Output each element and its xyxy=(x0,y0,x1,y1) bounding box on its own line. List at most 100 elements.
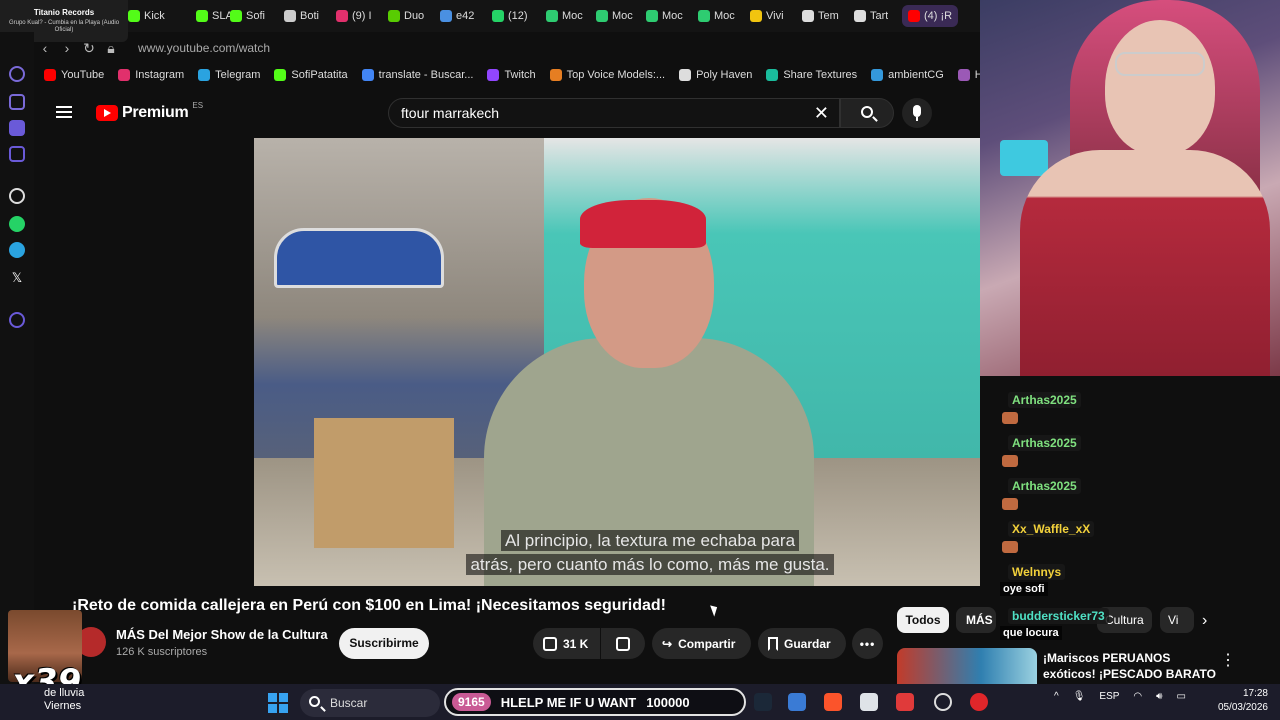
bookmark-item[interactable]: translate - Buscar... xyxy=(361,69,474,81)
tab[interactable]: Kick xyxy=(128,5,165,27)
tab[interactable]: Moc xyxy=(698,5,735,27)
thumbs-up-icon xyxy=(543,636,557,651)
clock[interactable]: 17:28 05/03/2026 xyxy=(1212,687,1268,715)
volume-icon[interactable]: 🔊︎ xyxy=(1156,691,1162,702)
tab[interactable]: (4) ¡R xyxy=(902,5,959,27)
obs-icon[interactable] xyxy=(970,693,988,711)
bookmark-item[interactable]: Instagram xyxy=(118,69,184,81)
share-button[interactable]: ↪ Compartir xyxy=(652,628,751,659)
tab[interactable]: Moc xyxy=(596,5,633,27)
chip-all[interactable]: Todos xyxy=(897,607,949,633)
chat-message: que locura xyxy=(1000,626,1062,640)
notepad-icon[interactable] xyxy=(788,693,806,711)
mail-icon[interactable] xyxy=(9,146,25,162)
tab[interactable]: (9) I xyxy=(336,5,372,27)
mic-button[interactable] xyxy=(902,98,932,128)
clear-icon[interactable]: ✕ xyxy=(814,103,829,124)
more-options-icon[interactable]: ⋮ xyxy=(1220,650,1236,670)
mic-icon[interactable]: 🎙︎ xyxy=(1073,691,1086,702)
taskbar-search[interactable]: Buscar xyxy=(300,689,440,717)
chat-emote-icon xyxy=(1002,412,1018,424)
more-actions-button[interactable]: ••• xyxy=(852,628,883,659)
bookmark-item[interactable]: SofiPatatita xyxy=(274,69,348,81)
chatgpt-icon[interactable] xyxy=(934,693,952,711)
tab[interactable]: (12) xyxy=(492,5,528,27)
url-field[interactable]: www.youtube.com/watch xyxy=(138,41,270,55)
tab-favicon-icon xyxy=(440,10,452,22)
clock-icon[interactable] xyxy=(9,312,25,328)
wifi-icon[interactable]: ◠ xyxy=(1133,691,1142,702)
bookmark-item[interactable]: Share Textures xyxy=(766,69,857,81)
youtube-logo[interactable]: Premium ES xyxy=(96,100,204,122)
language-indicator[interactable]: ESP xyxy=(1099,691,1119,702)
notes-icon[interactable] xyxy=(9,120,25,136)
site-info-icon[interactable]: 🔒︎ xyxy=(100,40,122,57)
whatsapp-icon[interactable] xyxy=(9,216,25,232)
tab[interactable]: Vivi xyxy=(750,5,784,27)
save-button[interactable]: Guardar xyxy=(758,628,846,659)
tab[interactable]: Boti xyxy=(284,5,319,27)
tab-favicon-icon xyxy=(854,10,866,22)
channel-name[interactable]: MÁS Del Mejor Show de la Cultura xyxy=(116,627,328,642)
back-icon[interactable]: ‹ xyxy=(34,40,56,56)
search-input[interactable]: ftour marrakech ✕ xyxy=(388,98,840,128)
dislike-button[interactable] xyxy=(601,628,645,659)
tab-label: Moc xyxy=(714,10,735,22)
bookmark-label: Telegram xyxy=(215,69,261,81)
steam-icon[interactable] xyxy=(754,693,772,711)
bookmark-label: translate - Buscar... xyxy=(378,69,474,81)
menu-icon[interactable] xyxy=(56,106,72,118)
goal-text: HLELP ME IF U WANT xyxy=(500,694,637,710)
tab[interactable]: Tart xyxy=(854,5,888,27)
goal-current: 9165 xyxy=(452,693,491,711)
tab-favicon-icon xyxy=(492,10,504,22)
tab-label: Duo xyxy=(404,10,425,22)
tab-label: Sofi xyxy=(246,10,265,22)
bag-icon[interactable] xyxy=(9,94,25,110)
recommendation-thumbnail[interactable] xyxy=(897,648,1037,684)
bookmark-label: Instagram xyxy=(135,69,185,81)
reload-icon[interactable]: ↻ xyxy=(78,40,100,57)
x-icon[interactable]: 𝕏 xyxy=(9,270,25,286)
video-player[interactable] xyxy=(254,138,980,586)
weather-widget[interactable]: de lluvia Viernes xyxy=(44,687,84,713)
subscribe-button[interactable]: Suscribirme xyxy=(339,628,429,659)
telegram-icon[interactable] xyxy=(9,242,25,258)
save-label: Guardar xyxy=(784,636,831,651)
bookmark-item[interactable]: Telegram xyxy=(198,69,260,81)
tab[interactable]: Sofi xyxy=(230,5,265,27)
bookmark-item[interactable]: ambientCG xyxy=(871,69,944,81)
chat-emote-icon xyxy=(1002,498,1018,510)
bookmark-item[interactable]: YouTube xyxy=(44,69,104,81)
tab-label: e42 xyxy=(456,10,475,22)
region-code: ES xyxy=(192,100,204,110)
chatgpt-icon[interactable] xyxy=(9,188,25,204)
battery-icon[interactable]: ▭ xyxy=(1176,691,1185,702)
history-icon[interactable] xyxy=(9,66,25,82)
tab[interactable]: Moc xyxy=(646,5,683,27)
search-button[interactable] xyxy=(840,98,894,128)
bookmark-label: YouTube xyxy=(61,69,105,81)
bookmark-item[interactable]: Poly Haven xyxy=(679,69,752,81)
chat-emote-icon xyxy=(1002,541,1018,553)
tab-favicon-icon xyxy=(908,10,920,22)
bookmark-item[interactable]: Twitch xyxy=(487,69,536,81)
tab[interactable]: e42 xyxy=(440,5,474,27)
app-icon[interactable] xyxy=(896,693,914,711)
bookmark-item[interactable]: Top Voice Models:... xyxy=(549,69,665,81)
like-button[interactable]: 31 K xyxy=(533,628,600,659)
tab[interactable]: Tem xyxy=(802,5,839,27)
start-button[interactable] xyxy=(268,693,288,713)
like-count: 31 K xyxy=(563,636,589,651)
taskbar-search-label: Buscar xyxy=(330,696,368,710)
share-icon: ↪ xyxy=(662,636,673,651)
tab[interactable]: SLA xyxy=(196,5,233,27)
chip-channel[interactable]: MÁS De xyxy=(956,607,996,633)
calculator-icon[interactable] xyxy=(860,693,878,711)
bookmark-item[interactable]: Ha xyxy=(957,69,980,81)
chevron-up-icon[interactable]: ^ xyxy=(1054,691,1059,702)
forward-icon[interactable]: › xyxy=(56,40,78,56)
tab[interactable]: Duo xyxy=(388,5,424,27)
brave-icon[interactable] xyxy=(824,693,842,711)
tab[interactable]: Moc xyxy=(546,5,583,27)
